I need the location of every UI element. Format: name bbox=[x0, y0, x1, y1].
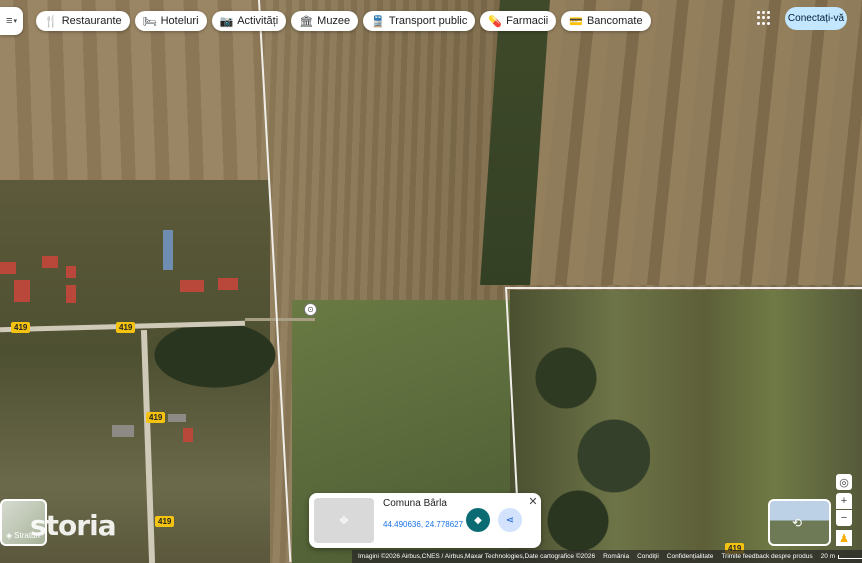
menu-button[interactable]: ≡ ▾ bbox=[0, 7, 23, 35]
chip-label: Restaurante bbox=[61, 15, 122, 27]
tree-cluster bbox=[530, 300, 650, 560]
minus-icon: − bbox=[840, 512, 848, 524]
forest-area bbox=[150, 320, 280, 390]
chip-hoteluri[interactable]: 🛏 Hoteluri bbox=[134, 11, 207, 31]
layers-icon: ◈ bbox=[6, 531, 13, 540]
road-shield-419: 419 bbox=[155, 516, 175, 527]
plus-icon: + bbox=[840, 495, 848, 507]
sign-in-button[interactable]: Conectați-vă bbox=[785, 7, 847, 30]
farmland-area bbox=[520, 0, 862, 285]
chip-label: Bancomate bbox=[586, 15, 643, 27]
map-footer: Imagini ©2026 Airbus,CNES / Airbus,Maxar… bbox=[352, 550, 862, 563]
road-shield-419: 419 bbox=[116, 322, 136, 333]
transit-icon: 🚆 bbox=[371, 15, 385, 28]
chip-activitati[interactable]: 📷 Activități bbox=[211, 11, 287, 31]
atm-icon: 💳 bbox=[569, 15, 583, 28]
chip-label: Hoteluri bbox=[160, 15, 199, 27]
zoom-in-button[interactable]: + bbox=[836, 493, 852, 509]
place-title[interactable]: Comuna Bârla bbox=[383, 498, 447, 509]
building bbox=[66, 266, 76, 278]
close-icon: ✕ bbox=[528, 496, 538, 508]
building bbox=[180, 280, 204, 292]
boundary-line bbox=[505, 287, 862, 289]
hamburger-icon: ≡ bbox=[6, 15, 13, 27]
privacy-link[interactable]: Confidențialitate bbox=[667, 553, 714, 560]
chip-label: Activități bbox=[237, 15, 279, 27]
scale-bar-line bbox=[838, 554, 862, 559]
building bbox=[14, 280, 30, 302]
scale-label: 20 m bbox=[820, 553, 836, 560]
building bbox=[42, 256, 58, 268]
chip-label: Farmacii bbox=[506, 15, 549, 27]
share-icon: ⋖ bbox=[505, 514, 515, 526]
pegman-button[interactable]: ♟ bbox=[836, 530, 852, 546]
chip-transport-public[interactable]: 🚆 Transport public bbox=[363, 11, 476, 31]
building bbox=[218, 278, 238, 290]
pegman-icon: ♟ bbox=[839, 532, 849, 545]
chip-label: Muzee bbox=[317, 15, 351, 27]
place-thumbnail[interactable]: ⌖ bbox=[314, 498, 374, 543]
restaurant-icon: 🍴 bbox=[44, 15, 58, 28]
chip-label: Transport public bbox=[388, 15, 468, 27]
building bbox=[0, 262, 16, 274]
road-shield-419: 419 bbox=[11, 322, 31, 333]
chip-farmacii[interactable]: 💊 Farmacii bbox=[480, 11, 557, 31]
museum-icon: 🏛 bbox=[299, 15, 314, 28]
terms-link[interactable]: Condiții bbox=[637, 553, 659, 560]
chip-bancomate[interactable]: 💳 Bancomate bbox=[561, 11, 651, 31]
directions-button[interactable]: ◆ bbox=[466, 508, 490, 532]
building bbox=[163, 230, 173, 270]
storia-watermark: storia bbox=[30, 509, 117, 542]
close-button[interactable]: ✕ bbox=[526, 495, 540, 509]
building bbox=[66, 285, 76, 303]
satellite-map[interactable]: 419 419 419 419 419 ⊙ bbox=[0, 0, 862, 563]
place-coordinates[interactable]: 44.490636, 24.778627 bbox=[383, 520, 463, 529]
imagery-attribution: Imagini ©2026 Airbus,CNES / Airbus,Maxar… bbox=[358, 553, 596, 560]
street-view-rotate-icon: ⟲ bbox=[792, 516, 803, 530]
country-link[interactable]: România bbox=[603, 553, 629, 560]
chip-restaurante[interactable]: 🍴 Restaurante bbox=[36, 11, 130, 31]
building bbox=[168, 414, 186, 422]
road bbox=[245, 318, 315, 321]
my-location-button[interactable]: ◎ bbox=[836, 474, 852, 490]
map-pin-icon: ⌖ bbox=[338, 510, 350, 530]
my-location-icon: ◎ bbox=[839, 476, 849, 489]
building bbox=[183, 428, 193, 442]
scale-bar[interactable]: 20 m bbox=[821, 553, 862, 560]
hotel-icon: 🛏 bbox=[142, 15, 157, 28]
building bbox=[112, 425, 134, 437]
category-chips: 🍴 Restaurante 🛏 Hoteluri 📷 Activități 🏛 … bbox=[36, 11, 651, 31]
apps-grid-icon[interactable] bbox=[757, 11, 771, 25]
directions-icon: ◆ bbox=[474, 514, 482, 526]
zoom-out-button[interactable]: − bbox=[836, 510, 852, 526]
road-shield-419: 419 bbox=[146, 412, 166, 423]
chip-muzee[interactable]: 🏛 Muzee bbox=[291, 11, 359, 31]
camera-icon: 📷 bbox=[219, 15, 234, 28]
share-button[interactable]: ⋖ bbox=[498, 508, 522, 532]
chevron-down-icon: ▾ bbox=[13, 18, 17, 25]
place-pin-icon[interactable]: ⊙ bbox=[304, 303, 317, 316]
place-card[interactable]: ⌖ Comuna Bârla 44.490636, 24.778627 ◆ ⋖ … bbox=[309, 493, 541, 548]
pharmacy-icon: 💊 bbox=[488, 15, 503, 28]
feedback-link[interactable]: Trimite feedback despre produs bbox=[721, 553, 812, 560]
